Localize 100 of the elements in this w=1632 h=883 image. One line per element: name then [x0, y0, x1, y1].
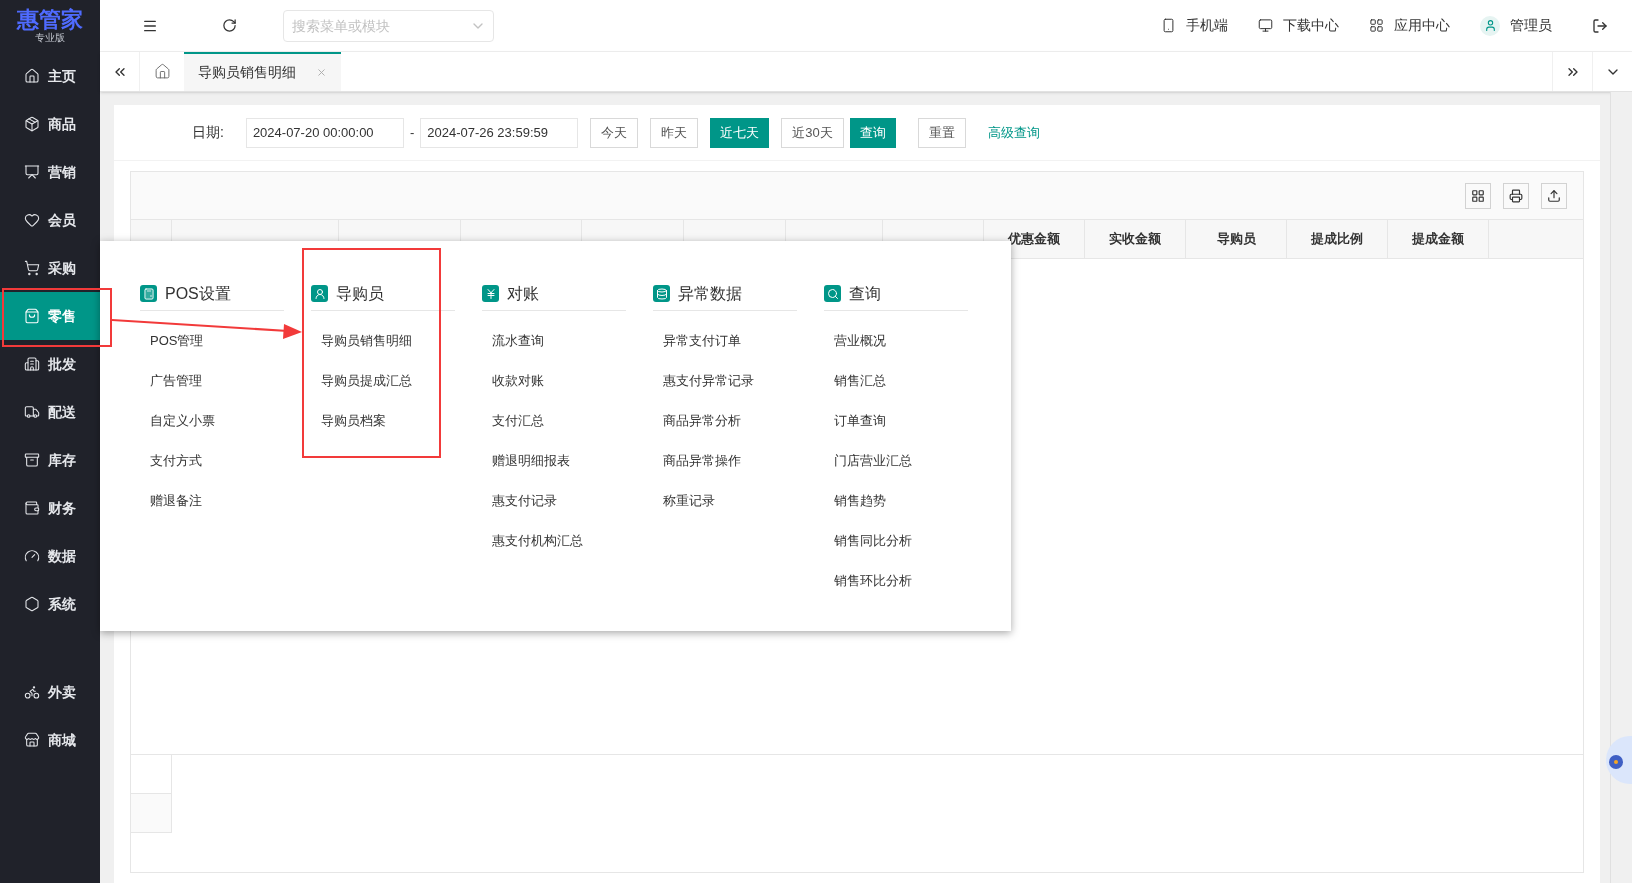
- menu-item[interactable]: 收款对账: [492, 361, 626, 401]
- menu-item[interactable]: 销售汇总: [834, 361, 968, 401]
- brand-edition: 专业版: [35, 32, 65, 44]
- menu-item[interactable]: 称重记录: [663, 481, 797, 521]
- upload-icon: [1547, 188, 1561, 203]
- end-date-field[interactable]: 2024-07-26 23:59:59: [420, 117, 579, 148]
- column-header: 提成比例: [1287, 220, 1388, 258]
- menu-item[interactable]: 导购员提成汇总: [321, 361, 455, 401]
- menu-item[interactable]: 赠退备注: [150, 481, 284, 521]
- menu-item[interactable]: 销售同比分析: [834, 521, 968, 561]
- sidebar-item[interactable]: 零售: [0, 292, 100, 340]
- chart-board-icon: [24, 164, 40, 180]
- sidebar-item[interactable]: 商城: [0, 716, 100, 764]
- advanced-search-link[interactable]: 高级查询: [987, 122, 1040, 143]
- gauge-icon: [24, 548, 40, 564]
- grid-icon: [1369, 18, 1384, 33]
- export-button[interactable]: [1541, 182, 1567, 209]
- range-button[interactable]: 今天: [590, 117, 639, 148]
- cube-icon: [24, 116, 40, 132]
- cart-icon: [24, 260, 40, 276]
- building-icon: [24, 356, 40, 372]
- menu-item[interactable]: 门店营业汇总: [834, 441, 968, 481]
- start-date-field[interactable]: 2024-07-20 00:00:00: [245, 117, 404, 148]
- sidebar-item[interactable]: 营销: [0, 148, 100, 196]
- sidebar-item[interactable]: 商品: [0, 100, 100, 148]
- menu-item[interactable]: 惠支付记录: [492, 481, 626, 521]
- menu-item[interactable]: 支付方式: [150, 441, 284, 481]
- truck-icon: [24, 404, 40, 420]
- header-link[interactable]: 手机端: [1161, 15, 1228, 36]
- menu-group-title: 对账: [507, 283, 539, 304]
- calculator-icon: [140, 285, 157, 302]
- bike-icon: [24, 684, 40, 700]
- menu-item[interactable]: 营业概况: [834, 321, 968, 361]
- home-tab-icon[interactable]: [153, 63, 171, 80]
- menu-item[interactable]: 销售趋势: [834, 481, 968, 521]
- brand-logo: 惠管家: [17, 8, 83, 32]
- menu-item[interactable]: POS管理: [150, 321, 284, 361]
- printer-icon: [1509, 188, 1523, 203]
- menu-group-title: 异常数据: [678, 283, 742, 304]
- range-button[interactable]: 近30天: [781, 117, 844, 148]
- wallet-icon: [24, 500, 40, 516]
- sidebar-item[interactable]: 数据: [0, 532, 100, 580]
- sidebar-item[interactable]: 批发: [0, 340, 100, 388]
- archive-icon: [24, 452, 40, 468]
- bag-icon: [24, 308, 40, 324]
- menu-item[interactable]: 惠支付异常记录: [663, 361, 797, 401]
- sidebar-item[interactable]: 会员: [0, 196, 100, 244]
- sidebar-item[interactable]: 主页: [0, 52, 100, 100]
- menu-item[interactable]: 支付汇总: [492, 401, 626, 441]
- menu-item[interactable]: 商品异常分析: [663, 401, 797, 441]
- reset-button[interactable]: 重置: [917, 117, 966, 148]
- person-icon: [311, 285, 328, 302]
- columns-button[interactable]: [1465, 182, 1491, 209]
- date-label: 日期:: [192, 123, 224, 142]
- header-link[interactable]: 管理员: [1480, 15, 1552, 36]
- sidebar-item[interactable]: 外卖: [0, 668, 100, 716]
- header-link[interactable]: 下载中心: [1258, 15, 1339, 36]
- database-icon: [653, 285, 670, 302]
- print-button[interactable]: [1503, 182, 1529, 209]
- sidebar-item[interactable]: 库存: [0, 436, 100, 484]
- page-tab[interactable]: 导购员销售明细: [184, 52, 341, 91]
- menu-item[interactable]: 流水查询: [492, 321, 626, 361]
- column-header: 实收金额: [1085, 220, 1186, 258]
- header-link[interactable]: 应用中心: [1369, 15, 1450, 36]
- store-icon: [24, 732, 40, 748]
- phone-icon: [1161, 18, 1176, 33]
- date-separator: -: [409, 123, 415, 142]
- menu-item[interactable]: 惠支付机构汇总: [492, 521, 626, 561]
- menu-item[interactable]: 广告管理: [150, 361, 284, 401]
- menu-item[interactable]: 销售环比分析: [834, 561, 968, 601]
- heart-icon: [24, 212, 40, 228]
- menu-group-title: 查询: [849, 283, 881, 304]
- menu-item[interactable]: 自定义小票: [150, 401, 284, 441]
- user-icon: [1483, 19, 1497, 32]
- column-header: 导购员: [1186, 220, 1287, 258]
- range-button[interactable]: 近七天: [710, 117, 770, 148]
- menu-item[interactable]: 导购员档案: [321, 401, 455, 441]
- sidebar-item[interactable]: 财务: [0, 484, 100, 532]
- query-button[interactable]: 查询: [849, 117, 896, 148]
- menu-group-title: 导购员: [336, 283, 384, 304]
- sidebar-item[interactable]: 配送: [0, 388, 100, 436]
- range-button[interactable]: 昨天: [650, 117, 699, 148]
- hexagon-icon: [24, 596, 40, 612]
- monitor-icon: [1258, 18, 1273, 33]
- search-field[interactable]: 搜索菜单或模块: [283, 9, 494, 42]
- house-icon: [24, 68, 40, 84]
- grid-icon: [1471, 188, 1485, 203]
- sidebar-item[interactable]: 采购: [0, 244, 100, 292]
- yen-icon: [482, 285, 499, 302]
- column-header: 提成金额: [1388, 220, 1489, 258]
- menu-group-title: POS设置: [165, 283, 231, 304]
- sidebar-item[interactable]: 系统: [0, 580, 100, 628]
- menu-item[interactable]: 异常支付订单: [663, 321, 797, 361]
- search-icon: [824, 285, 841, 302]
- logout-icon[interactable]: [1592, 17, 1608, 34]
- menu-item[interactable]: 赠退明细报表: [492, 441, 626, 481]
- menu-item[interactable]: 导购员销售明细: [321, 321, 455, 361]
- refresh-icon[interactable]: [222, 18, 237, 33]
- menu-item[interactable]: 商品异常操作: [663, 441, 797, 481]
- menu-item[interactable]: 订单查询: [834, 401, 968, 441]
